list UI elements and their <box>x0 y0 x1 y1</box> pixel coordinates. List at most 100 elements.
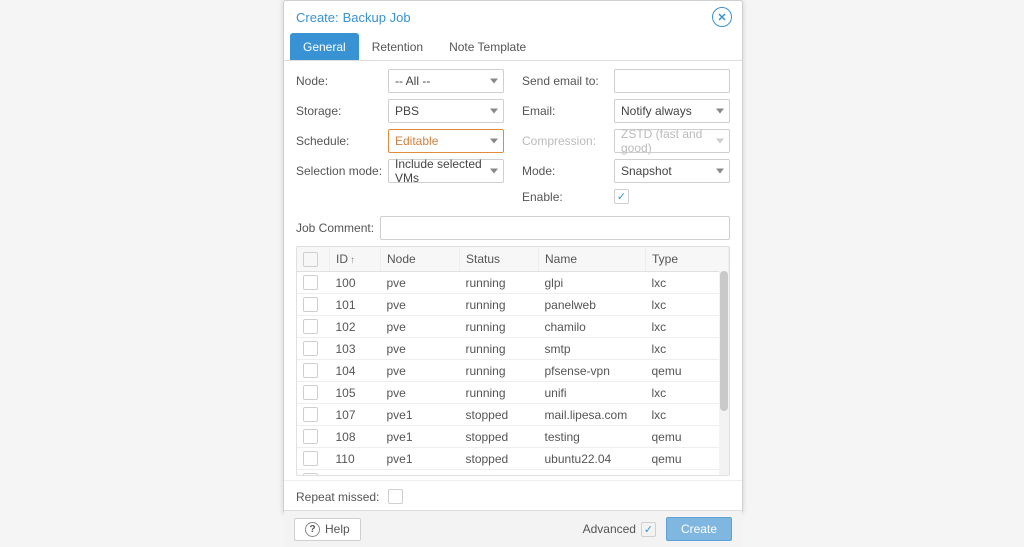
compression-label: Compression: <box>522 134 614 148</box>
chevron-down-icon <box>716 109 724 114</box>
table-row[interactable]: 105pverunningunifilxc <box>297 382 729 404</box>
cell-name: chamilo <box>539 316 646 338</box>
tab-note-template[interactable]: Note Template <box>436 33 539 60</box>
cell-status: running <box>460 382 539 404</box>
cell-name: smtp <box>539 338 646 360</box>
row-checkbox[interactable] <box>303 407 318 422</box>
row-checkbox[interactable] <box>303 451 318 466</box>
col-node[interactable]: Node <box>381 247 460 272</box>
cell-status: running <box>460 272 539 294</box>
cell-type: qemu <box>646 360 729 382</box>
col-id[interactable]: ID↑ <box>330 247 381 272</box>
cell-node: pve1 <box>381 448 460 470</box>
col-name[interactable]: Name <box>539 247 646 272</box>
cell-type: lxc <box>646 294 729 316</box>
mode-select[interactable]: Snapshot <box>614 159 730 183</box>
chevron-down-icon <box>716 169 724 174</box>
cell-id: 104 <box>330 360 381 382</box>
chevron-down-icon <box>490 79 498 84</box>
table-row[interactable]: 103pverunningsmtplxc <box>297 338 729 360</box>
help-icon: ? <box>305 522 320 537</box>
advanced-toggle[interactable]: Advanced ✓ <box>583 522 656 537</box>
cell-name: glpi <box>539 272 646 294</box>
scrollbar-thumb[interactable] <box>720 271 728 411</box>
table-row[interactable]: 108pve1stoppedtestingqemu <box>297 426 729 448</box>
email-select[interactable]: Notify always <box>614 99 730 123</box>
create-button[interactable]: Create <box>666 517 732 541</box>
table-row[interactable]: 104pverunningpfsense-vpnqemu <box>297 360 729 382</box>
cell-type: qemu <box>646 426 729 448</box>
cell-node: pve <box>381 272 460 294</box>
table-row[interactable]: 107pve1stoppedmail.lipesa.comlxc <box>297 404 729 426</box>
cell-id: 101 <box>330 294 381 316</box>
table-row[interactable]: 110pve1stoppedubuntu22.04qemu <box>297 448 729 470</box>
cell-node: pve1 <box>381 426 460 448</box>
table-row[interactable]: 101pverunningpanelweblxc <box>297 294 729 316</box>
cell-name: mail.lipesa.com <box>539 404 646 426</box>
cell-type: lxc <box>646 404 729 426</box>
cell-id: 108 <box>330 426 381 448</box>
cell-id: 105 <box>330 382 381 404</box>
cell-status: running <box>460 360 539 382</box>
storage-select[interactable]: PBS <box>388 99 504 123</box>
dialog-footer: ? Help Advanced ✓ Create <box>284 510 742 547</box>
select-all-checkbox[interactable] <box>303 252 318 267</box>
cell-node: pve <box>381 338 460 360</box>
cell-id: 102 <box>330 316 381 338</box>
cell-node: pve <box>381 382 460 404</box>
scrollbar[interactable] <box>719 271 729 475</box>
cell-name: ubuntu22.04 <box>539 448 646 470</box>
row-checkbox[interactable] <box>303 297 318 312</box>
table-row[interactable]: 100pverunningglpilxc <box>297 272 729 294</box>
cell-node: pve1 <box>381 404 460 426</box>
col-type[interactable]: Type <box>646 247 729 272</box>
cell-status: stopped <box>460 404 539 426</box>
cell-name: panelweb <box>539 294 646 316</box>
chevron-down-icon <box>490 109 498 114</box>
cell-name: pfsense-vpn <box>539 360 646 382</box>
send-email-input[interactable] <box>614 69 730 93</box>
tab-retention[interactable]: Retention <box>359 33 436 60</box>
cell-status: stopped <box>460 426 539 448</box>
repeat-missed-checkbox[interactable] <box>388 489 403 504</box>
chevron-down-icon <box>490 169 498 174</box>
dialog-titlebar: Create: Backup Job ✕ <box>284 1 742 31</box>
row-checkbox[interactable] <box>303 319 318 334</box>
cell-type: lxc <box>646 382 729 404</box>
table-row[interactable]: 102pverunningchamilolxc <box>297 316 729 338</box>
cell-type: qemu <box>646 448 729 470</box>
table-row[interactable]: 111pverunningzabbixqemu <box>297 470 729 477</box>
selection-mode-select[interactable]: Include selected VMs <box>388 159 504 183</box>
col-status[interactable]: Status <box>460 247 539 272</box>
tab-bar: General Retention Note Template <box>284 31 742 61</box>
node-select[interactable]: -- All -- <box>388 69 504 93</box>
advanced-checkbox[interactable]: ✓ <box>641 522 656 537</box>
cell-status: running <box>460 294 539 316</box>
job-comment-input[interactable] <box>380 216 730 240</box>
schedule-select[interactable]: Editable <box>388 129 504 153</box>
node-label: Node: <box>296 74 388 88</box>
row-checkbox[interactable] <box>303 341 318 356</box>
cell-type: qemu <box>646 470 729 477</box>
close-icon[interactable]: ✕ <box>712 7 732 27</box>
row-checkbox[interactable] <box>303 385 318 400</box>
job-comment-label: Job Comment: <box>296 221 380 235</box>
row-checkbox[interactable] <box>303 473 318 476</box>
mode-label: Mode: <box>522 164 614 178</box>
enable-label: Enable: <box>522 190 614 204</box>
cell-type: lxc <box>646 338 729 360</box>
storage-label: Storage: <box>296 104 388 118</box>
row-checkbox[interactable] <box>303 363 318 378</box>
cell-name: testing <box>539 426 646 448</box>
help-button[interactable]: ? Help <box>294 518 361 541</box>
chevron-down-icon <box>490 139 498 144</box>
send-email-label: Send email to: <box>522 74 614 88</box>
row-checkbox[interactable] <box>303 275 318 290</box>
vm-table: ID↑ Node Status Name Type 100pverunningg… <box>296 246 730 476</box>
enable-checkbox[interactable]: ✓ <box>614 189 629 204</box>
row-checkbox[interactable] <box>303 429 318 444</box>
cell-node: pve <box>381 294 460 316</box>
tab-general[interactable]: General <box>290 33 359 60</box>
title-text: Backup Job <box>343 10 411 25</box>
cell-node: pve <box>381 470 460 477</box>
